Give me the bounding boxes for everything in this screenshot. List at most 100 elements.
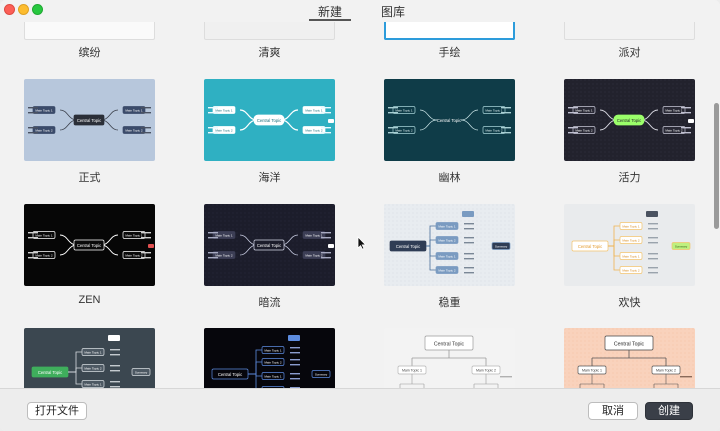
subtopic-stub <box>464 258 474 260</box>
subtopic-stub <box>464 272 474 274</box>
theme-card[interactable]: Central Topic Main Topic 1 Main Topic 2 Mai… <box>24 204 155 306</box>
scrollbar-thumb[interactable] <box>714 103 719 229</box>
central-topic-label: Central Topic <box>434 342 465 348</box>
theme-thumbnail[interactable]: Central Topic Main Topic 1 Main Topic 2 Mai… <box>24 328 155 388</box>
theme-thumb-fresh[interactable] <box>204 22 335 40</box>
theme-card[interactable]: Central Topic Main Topic 1 Main Topic 2 Mai… <box>384 79 515 184</box>
main-topic-label: Main Topic 2 <box>35 253 53 257</box>
theme-grid[interactable]: 缤纷 清爽 手绘 派对 Central Topic Main Topic 1 Mai… <box>0 22 712 388</box>
theme-card[interactable]: Central Topic Main Topic 1 Main Topic 2 Mai… <box>564 204 695 309</box>
main-topic-label: Main Topic 1 <box>215 233 233 237</box>
main-topic-label: Main Topic 1 <box>125 233 143 237</box>
theme-thumb-party[interactable] <box>564 22 695 40</box>
main-topic-label: Main Topic 1 <box>665 108 683 112</box>
tab-gallery[interactable]: 图库 <box>381 3 405 23</box>
theme-label: 幽林 <box>438 172 461 184</box>
main-topic-label: Main Topic 1 <box>35 233 53 237</box>
subtopic-stub <box>388 112 398 114</box>
create-button[interactable]: 创建 <box>645 402 693 420</box>
subtopic-stub <box>648 258 658 260</box>
new-document-window: 新建 图库 缤纷 清爽 手绘 派对 Central Topic Main Topi… <box>0 0 720 431</box>
theme-thumbnail[interactable]: Central Topic Main Topic 1 Main Topic 2 Mai… <box>384 204 515 286</box>
main-topic-label: Main Topic 2 <box>84 366 102 370</box>
subtopic-stub <box>110 381 120 383</box>
central-topic-label: Central Topic <box>257 118 281 123</box>
summary-label: Summary <box>315 372 328 376</box>
connector-line <box>399 374 499 388</box>
mouse-pointer-icon <box>357 236 367 250</box>
subtopic-stub <box>28 132 38 134</box>
subtopic-stub <box>681 107 691 109</box>
theme-card[interactable]: Central Topic Main Topic 1 Main Topic 2 Mai… <box>564 79 695 184</box>
main-topic-label: Main Topic 1 <box>402 369 422 373</box>
theme-thumbnail[interactable]: Central Topic Main Topic 1 Main Topic 2 Mai… <box>204 328 335 388</box>
theme-thumb-handdrawn[interactable] <box>384 22 515 40</box>
theme-card[interactable]: Central Topic Main Topic 1 Main Topic 2 Mai… <box>204 79 335 184</box>
main-topic-label: Main Topic 1 <box>438 224 456 228</box>
open-file-button[interactable]: 打开文件 <box>27 402 87 420</box>
subtopic-stub <box>568 112 578 114</box>
theme-label: 缤纷 <box>78 47 101 59</box>
tab-bar: 新建 图库 <box>0 3 720 23</box>
subtopic-stub <box>648 253 658 255</box>
theme-card[interactable]: Central Topic Main Topic 1 Main Topic 2 <box>564 328 695 388</box>
theme-thumbnail[interactable]: Central Topic Main Topic 1 Main Topic 2 <box>564 328 695 388</box>
theme-card[interactable]: Central Topic Main Topic 1 Main Topic 2 <box>384 328 515 388</box>
theme-thumbnail[interactable]: Central Topic Main Topic 1 Main Topic 2 Mai… <box>384 79 515 161</box>
subtopic-stub <box>28 112 38 114</box>
summary-label: Summary <box>135 370 148 374</box>
theme-thumb-colorful[interactable] <box>24 22 155 40</box>
main-topic-label: Main Topic 1 <box>622 224 640 228</box>
subtopic-stub <box>141 232 151 234</box>
main-topic-label: Main Topic 2 <box>485 128 503 132</box>
main-topic-label: Main Topic 2 <box>575 128 593 132</box>
theme-card[interactable]: Central Topic Main Topic 1 Main Topic 2 Mai… <box>24 328 155 388</box>
central-topic-label: Central Topic <box>38 370 62 375</box>
theme-label: 清爽 <box>258 47 281 59</box>
theme-thumbnail[interactable]: Central Topic Main Topic 1 Main Topic 2 Mai… <box>204 204 335 286</box>
theme-thumbnail[interactable]: Central Topic Main Topic 1 Main Topic 2 Mai… <box>204 79 335 161</box>
mind-map-preview: Central Topic Main Topic 1 Main Topic 2 Mai… <box>204 204 335 286</box>
connector-line <box>460 119 479 131</box>
subtopic-stub <box>681 132 691 134</box>
subtopic-stub <box>648 267 658 269</box>
tab-new[interactable]: 新建 <box>308 3 352 23</box>
cancel-button[interactable]: 取消 <box>588 402 638 420</box>
subtopic-stub <box>208 252 218 254</box>
theme-card[interactable]: Central Topic Main Topic 1 Main Topic 2 Mai… <box>24 79 155 184</box>
floating-topic-node <box>688 119 694 123</box>
subtopic-stub <box>28 107 38 109</box>
central-topic-label: Central Topic <box>77 243 101 248</box>
subtopic-stub <box>464 223 474 225</box>
subtopic-stub <box>141 237 151 239</box>
subtopic-stub <box>321 132 331 134</box>
theme-label: 手绘 <box>438 47 461 59</box>
theme-card[interactable]: Central Topic Main Topic 1 Main Topic 2 Mai… <box>204 204 335 309</box>
main-topic-label: Main Topic 2 <box>622 238 640 242</box>
subtopic-stub <box>208 237 218 239</box>
theme-thumbnail[interactable]: Central Topic Main Topic 1 Main Topic 2 Mai… <box>564 204 695 286</box>
main-topic-label: Main Topic 2 <box>305 128 323 132</box>
theme-card[interactable]: Central Topic Main Topic 1 Main Topic 2 Mai… <box>384 204 515 309</box>
theme-label: 活力 <box>618 172 641 184</box>
subtopic-stub <box>501 107 511 109</box>
main-topic-label: Main Topic 1 <box>622 254 640 258</box>
subtopic-stub <box>290 364 300 366</box>
subtopic-stub <box>568 107 578 109</box>
theme-thumbnail[interactable]: Central Topic Main Topic 1 Main Topic 2 <box>384 328 515 388</box>
subtopic-stub <box>648 242 658 244</box>
subtopic-stub <box>28 237 38 239</box>
theme-thumbnail[interactable]: Central Topic Main Topic 1 Main Topic 2 Mai… <box>24 204 155 286</box>
subtopic-stub <box>464 253 474 255</box>
subtopic-stub <box>141 112 151 114</box>
theme-thumbnail[interactable]: Central Topic Main Topic 1 Main Topic 2 Mai… <box>24 79 155 161</box>
main-topic-label: Main Topic 2 <box>476 369 496 373</box>
subtopic-stub <box>568 132 578 134</box>
subtopic-stub <box>321 127 331 129</box>
theme-label: 暗流 <box>258 297 281 309</box>
subtopic-stub <box>141 257 151 259</box>
theme-thumbnail[interactable]: Central Topic Main Topic 1 Main Topic 2 Mai… <box>564 79 695 161</box>
theme-card[interactable]: Central Topic Main Topic 1 Main Topic 2 Mai… <box>204 328 335 388</box>
subtopic-stub <box>648 223 658 225</box>
central-topic-label: Central Topic <box>578 244 602 249</box>
